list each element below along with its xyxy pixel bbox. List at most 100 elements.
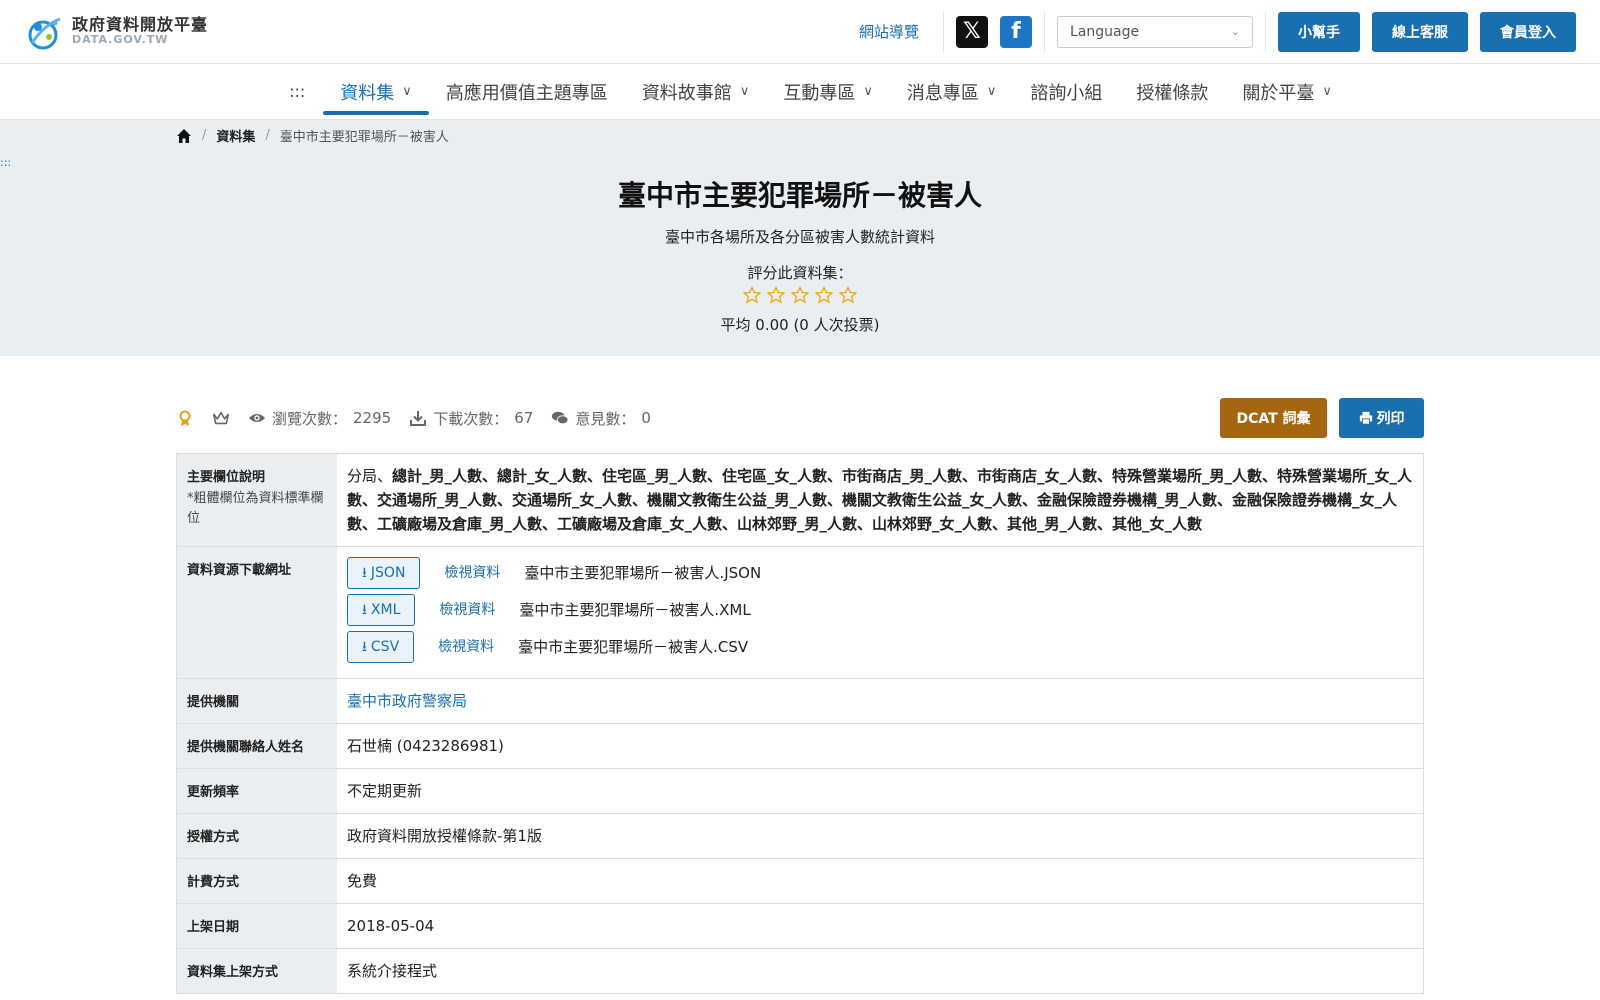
table-row: 提供機關 臺中市政府警察局 — [177, 679, 1423, 724]
breadcrumb-separator: / — [202, 128, 207, 143]
nav-item-news[interactable]: 消息專區 ∨ — [890, 64, 1014, 119]
row-header: 資料集上架方式 — [177, 949, 337, 993]
license-value: 政府資料開放授權條款-第1版 — [347, 827, 542, 845]
download-icon: ⭳ — [362, 638, 367, 655]
contact-value: 石世楠 (0423286981) — [347, 737, 504, 755]
top-header: 政府資料開放平臺 DATA.GOV.TW 網站導覽 𝕏 f Language ⌄… — [0, 0, 1600, 64]
badge-item — [176, 409, 194, 427]
view-data-link[interactable]: 檢視資料 — [439, 599, 495, 621]
nav-item-label: 授權條款 — [1136, 82, 1209, 104]
facebook-icon[interactable]: f — [1000, 15, 1032, 48]
nav-item-label: 資料故事館 — [641, 82, 732, 104]
download-icon: ⭳ — [362, 601, 367, 618]
language-select[interactable]: Language ⌄ — [1057, 15, 1253, 48]
resource-row: ⭳ XML 檢視資料 臺中市主要犯罪場所－被害人.XML — [347, 594, 1413, 626]
fee-value: 免費 — [347, 872, 378, 890]
downloads-value: ⭳ JSON 檢視資料 臺中市主要犯罪場所－被害人.JSON ⭳ XML 檢視資料 … — [337, 547, 1423, 678]
nav-item-license[interactable]: 授權條款 — [1119, 64, 1225, 119]
fields-bold: 總計_男_人數、總計_女_人數、住宅區_男_人數、住宅區_女_人數、市街商店_男… — [347, 467, 1413, 533]
breadcrumb-datasets[interactable]: 資料集 — [216, 126, 255, 145]
nav-item-interactive[interactable]: 互動專區 ∨ — [766, 64, 890, 119]
sitemap-link[interactable]: 網站導覽 — [859, 21, 919, 42]
download-csv-button[interactable]: ⭳ CSV — [347, 631, 415, 663]
content-skip-dots[interactable]: ::: — [0, 156, 11, 169]
resource-filename: 臺中市主要犯罪場所－被害人.JSON — [524, 564, 762, 582]
table-row: 更新頻率 不定期更新 — [177, 769, 1423, 814]
crown-item — [212, 409, 230, 427]
dcat-button[interactable]: DCAT 詞彙 — [1220, 398, 1327, 438]
fields-value: 分局、總計_男_人數、總計_女_人數、住宅區_男_人數、住宅區_女_人數、市街商… — [337, 454, 1423, 546]
nav-item-about[interactable]: 關於平臺 ∨ — [1225, 64, 1349, 119]
nav-item-label: 關於平臺 — [1242, 82, 1315, 104]
row-header: 上架日期 — [177, 904, 337, 948]
dataset-description: 臺中市各場所及各分區被害人數統計資料 — [664, 228, 935, 246]
customer-service-button[interactable]: 線上客服 — [1372, 11, 1468, 52]
nav-item-label: 互動專區 — [783, 82, 856, 104]
x-icon[interactable]: 𝕏 — [956, 15, 988, 48]
fields-header: 主要欄位說明 — [187, 470, 266, 485]
table-row: 提供機關聯絡人姓名 石世楠 (0423286981) — [177, 724, 1423, 769]
comments-label: 意見數： — [575, 409, 636, 428]
fields-plain: 分局、 — [347, 467, 393, 485]
views-label: 瀏覽次數： — [272, 409, 348, 428]
table-row: 資料集上架方式 系統介接程式 — [177, 949, 1423, 993]
dataset-hero: / 資料集 / 臺中市主要犯罪場所－被害人 ::: 臺中市主要犯罪場所－被害人 … — [0, 120, 1600, 356]
dataset-stats: 瀏覽次數： 2295 下載次數： 67 意見數： 0 DCAT 詞彙 列印 — [176, 398, 1424, 438]
star-icon[interactable] — [791, 286, 809, 304]
rating-average: 平均 0.00 (0 人次投票) — [720, 316, 880, 334]
eye-icon — [248, 413, 266, 423]
dataset-info-table: 主要欄位說明 *粗體欄位為資料標準欄位 分局、總計_男_人數、總計_女_人數、住… — [176, 453, 1424, 994]
comments-icon — [552, 411, 569, 425]
downloads-count: 67 — [514, 409, 534, 427]
downloads-stat: 下載次數： 67 — [409, 408, 533, 429]
nav-item-datasets[interactable]: 資料集 ∨ — [323, 64, 429, 119]
table-row: 計費方式 免費 — [177, 859, 1423, 904]
view-data-link[interactable]: 檢視資料 — [438, 636, 494, 658]
download-json-button[interactable]: ⭳ JSON — [347, 557, 421, 589]
logo-icon — [28, 17, 61, 49]
print-button[interactable]: 列印 — [1339, 398, 1424, 438]
resource-format: JSON — [370, 564, 406, 581]
row-header: 提供機關 — [177, 679, 337, 723]
row-header: 資料資源下載網址 — [177, 547, 337, 678]
resource-row: ⭳ JSON 檢視資料 臺中市主要犯罪場所－被害人.JSON — [347, 557, 1413, 589]
star-icon[interactable] — [815, 286, 833, 304]
divider — [1265, 11, 1266, 52]
print-label: 列印 — [1376, 411, 1405, 427]
table-row: 上架日期 2018-05-04 — [177, 904, 1423, 949]
star-icon[interactable] — [767, 286, 785, 304]
helper-button[interactable]: 小幫手 — [1278, 11, 1360, 52]
row-header: 授權方式 — [177, 814, 337, 858]
breadcrumb: / 資料集 / 臺中市主要犯罪場所－被害人 — [176, 126, 449, 145]
downloads-label: 下載次數： — [433, 409, 509, 428]
star-icon[interactable] — [839, 286, 857, 304]
nav-skip-dots[interactable]: ::: — [271, 64, 323, 119]
download-xml-button[interactable]: ⭳ XML — [347, 594, 416, 626]
divider — [1044, 11, 1045, 52]
divider — [943, 11, 944, 52]
nav-item-label: 諮詢小組 — [1030, 82, 1103, 104]
nav-item-advisory[interactable]: 諮詢小組 — [1013, 64, 1119, 119]
row-header: 計費方式 — [177, 859, 337, 903]
nav-item-stories[interactable]: 資料故事館 ∨ — [625, 64, 767, 119]
chevron-down-icon: ∨ — [402, 84, 412, 99]
resource-filename: 臺中市主要犯罪場所－被害人.CSV — [518, 638, 749, 656]
row-header: 提供機關聯絡人姓名 — [177, 724, 337, 768]
breadcrumb-current: 臺中市主要犯罪場所－被害人 — [279, 130, 449, 145]
nav-item-high-value[interactable]: 高應用價值主題專區 — [429, 64, 625, 119]
table-row: 資料資源下載網址 ⭳ JSON 檢視資料 臺中市主要犯罪場所－被害人.JSON ⭳… — [177, 547, 1423, 679]
main-nav: ::: 資料集 ∨ 高應用價值主題專區 資料故事館 ∨ 互動專區 ∨ 消息專區 … — [0, 64, 1600, 120]
star-icon[interactable] — [743, 286, 761, 304]
fields-note: *粗體欄位為資料標準欄位 — [187, 491, 324, 526]
logo-title: 政府資料開放平臺 — [72, 14, 209, 34]
home-icon[interactable] — [176, 128, 192, 144]
views-stat: 瀏覽次數： 2295 — [248, 408, 391, 429]
member-login-button[interactable]: 會員登入 — [1480, 11, 1576, 52]
chevron-down-icon: ∨ — [739, 84, 750, 99]
site-logo[interactable]: 政府資料開放平臺 DATA.GOV.TW — [24, 13, 208, 51]
agency-link[interactable]: 臺中市政府警察局 — [337, 679, 1423, 723]
resource-format: CSV — [370, 638, 400, 655]
view-data-link[interactable]: 檢視資料 — [444, 562, 500, 584]
nav-item-label: 高應用價值主題專區 — [445, 82, 608, 104]
chevron-down-icon: ∨ — [1322, 84, 1332, 99]
